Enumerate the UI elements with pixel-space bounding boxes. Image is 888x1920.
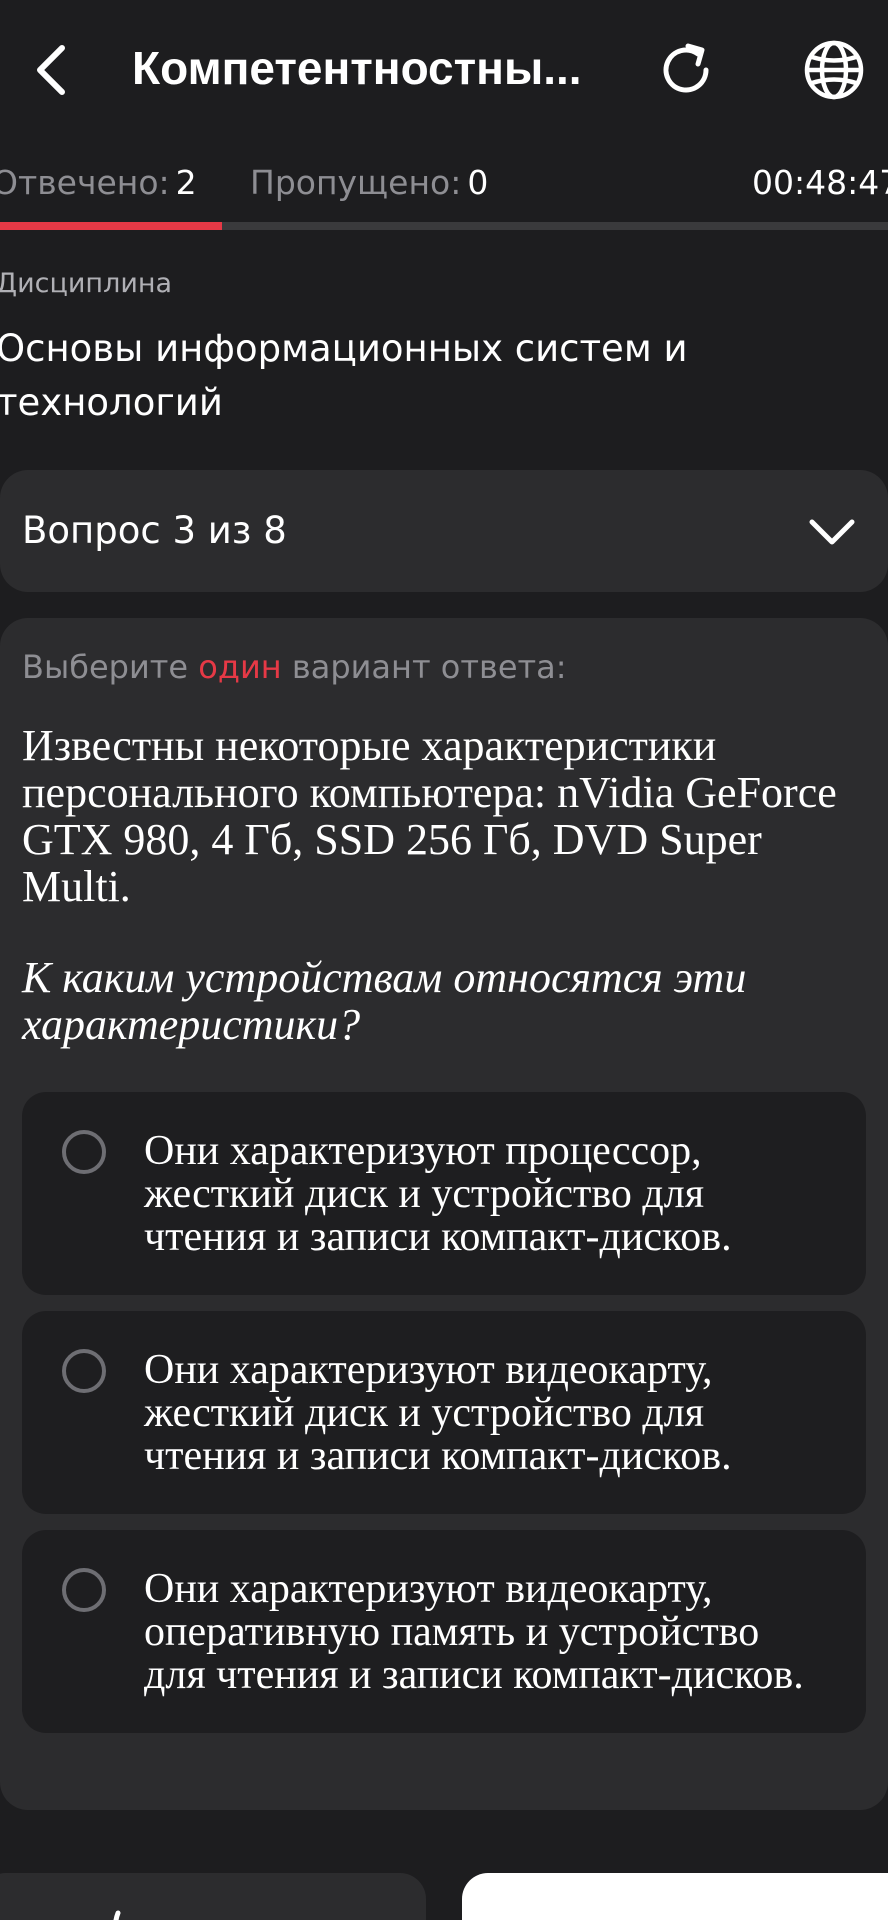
back-button[interactable]: [18, 32, 82, 108]
radio-button[interactable]: [62, 1130, 106, 1174]
instruction-suffix: вариант ответа:: [291, 648, 567, 686]
chevron-down-icon: [809, 519, 855, 545]
question-selector-label: Вопрос 3 из 8: [22, 509, 287, 552]
answer-option-text: Они характеризуют процессор, жесткий дис…: [144, 1128, 732, 1260]
radio-button[interactable]: [62, 1349, 106, 1393]
question-subtext: К каким устройствам относятся эти характ…: [22, 953, 747, 1049]
test-stats: Отвечено: 2 Пропущено: 0 00:48:47: [0, 155, 888, 211]
progress-bar: [0, 222, 888, 230]
page-title: Компетентностны...: [132, 42, 582, 94]
answer-option-3[interactable]: Они характеризуют видеокарту, оперативну…: [22, 1530, 866, 1733]
test-screen: Компетентностны... Отвечено: 2 Пропущено:…: [0, 0, 888, 1920]
answer-options: Они характеризуют процессор, жесткий дис…: [22, 1092, 866, 1749]
refresh-icon: [663, 43, 709, 93]
instruction-accent: один: [198, 648, 282, 686]
instruction-prefix: Выберите: [22, 648, 189, 686]
question-card: Выберите один вариант ответа: Известны н…: [0, 618, 888, 1810]
answered-value: 2: [175, 163, 197, 202]
globe-icon: [804, 40, 864, 100]
answered-stat: Отвечено: 2: [0, 155, 197, 211]
radio-button[interactable]: [62, 1568, 106, 1612]
chevron-left-icon: [37, 45, 65, 95]
answered-label: Отвечено:: [0, 163, 170, 202]
question-selector[interactable]: Вопрос 3 из 8: [0, 470, 888, 592]
next-button[interactable]: [462, 1873, 888, 1920]
timer: 00:48:47: [752, 163, 888, 202]
language-button[interactable]: [798, 34, 870, 106]
answer-option-text: Они характеризуют видеокарту, жесткий ди…: [144, 1347, 732, 1479]
answer-option-1[interactable]: Они характеризуют процессор, жесткий дис…: [22, 1092, 866, 1295]
app-header: Компетентностны...: [0, 0, 888, 140]
previous-button[interactable]: [0, 1873, 426, 1920]
answer-instruction: Выберите один вариант ответа:: [22, 648, 567, 686]
skipped-label: Пропущено:: [250, 163, 462, 202]
arrow-icon: [113, 1910, 121, 1920]
skipped-value: 0: [467, 163, 489, 202]
progress-fill: [0, 222, 222, 230]
answer-option-text: Они характеризуют видеокарту, оперативну…: [144, 1566, 804, 1698]
skipped-stat: Пропущено: 0: [250, 155, 488, 211]
refresh-button[interactable]: [650, 34, 722, 106]
question-text: Известны некоторые характеристики персон…: [22, 721, 837, 911]
discipline-name: Основы информационных систем и технологи…: [0, 327, 688, 424]
answer-option-2[interactable]: Они характеризуют видеокарту, жесткий ди…: [22, 1311, 866, 1514]
discipline-label: Дисциплина: [0, 268, 173, 299]
